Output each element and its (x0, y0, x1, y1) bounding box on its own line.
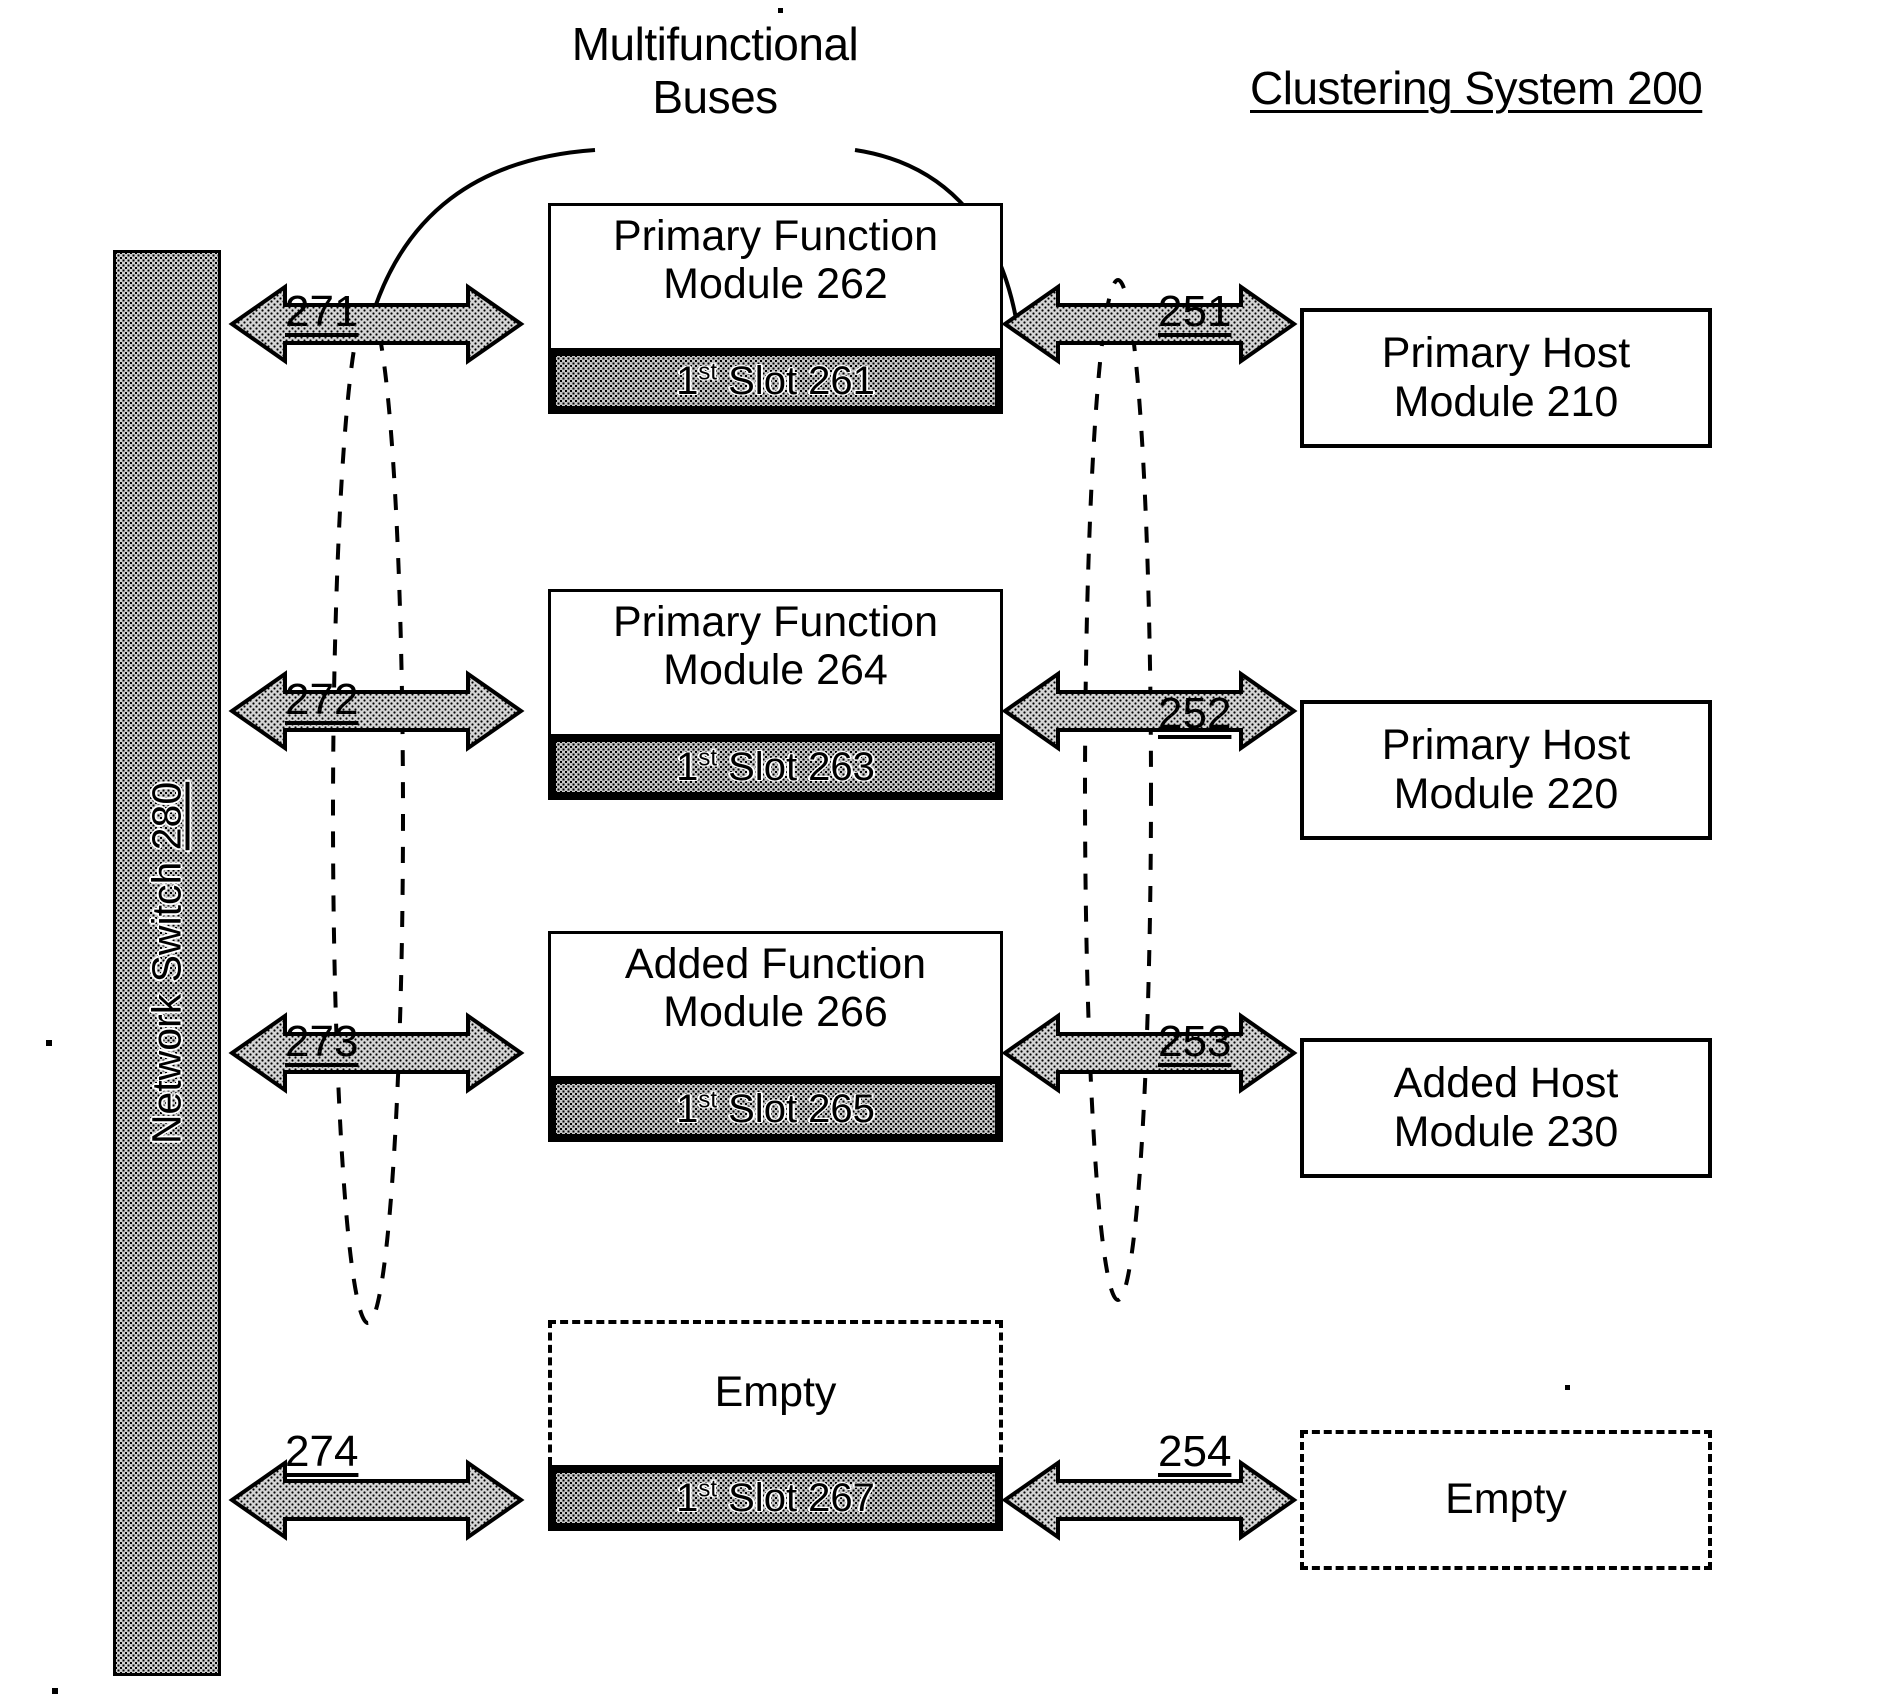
slot-267-label: 1st Slot 267 (556, 1475, 995, 1520)
slot-267-suffix: Slot 267 (717, 1476, 875, 1520)
bus-ref-274: 274 (285, 1427, 359, 1476)
multifunctional-buses-caption: Multifunctional Buses (571, 18, 859, 123)
slot-263[interactable]: 1st Slot 263 (548, 734, 1003, 800)
slot-265[interactable]: 1st Slot 265 (548, 1076, 1003, 1142)
network-switch-label: Network Switch 280 (144, 782, 191, 1144)
scan-speck-top (778, 8, 783, 13)
bus-arrow-254 (1001, 1459, 1298, 1541)
bus-ref-254: 254 (1158, 1427, 1232, 1476)
slot-263-prefix: 1 (676, 745, 699, 789)
bus-arrow-272 (228, 670, 525, 752)
right-bus-ellipse (1083, 278, 1153, 1302)
slot-263-suffix: Slot 263 (717, 745, 875, 789)
function-module-266-title: Added Function Module 266 (548, 931, 1003, 1076)
bus-ref-252: 252 (1158, 689, 1232, 738)
slot-265-label: 1st Slot 265 (556, 1086, 995, 1131)
function-module-262-title: Primary Function Module 262 (548, 203, 1003, 348)
figure-canvas: Multifunctional Buses Clustering System … (0, 0, 1883, 1701)
bus-arrow-274 (228, 1459, 525, 1541)
bus-arrow-251 (1001, 283, 1298, 365)
slot-267-prefix: 1 (676, 1476, 699, 1520)
slot-261-sup: st (698, 358, 718, 386)
slot-261-prefix: 1 (676, 359, 699, 403)
function-module-empty[interactable]: Empty 1st Slot 267 (548, 1320, 1003, 1531)
bus-arrow-273 (228, 1012, 525, 1094)
bus-ref-271: 271 (285, 287, 359, 336)
function-module-262[interactable]: Primary Function Module 262 1st Slot 261 (548, 203, 1003, 414)
slot-265-sup: st (698, 1086, 718, 1114)
slot-261-suffix: Slot 261 (717, 359, 875, 403)
function-module-266[interactable]: Added Function Module 266 1st Slot 265 (548, 931, 1003, 1142)
bus-ref-273: 273 (285, 1017, 359, 1066)
bus-arrow-271 (228, 283, 525, 365)
function-module-264[interactable]: Primary Function Module 264 1st Slot 263 (548, 589, 1003, 800)
network-switch-ref: 280 (143, 781, 190, 851)
host-module-220[interactable]: Primary Host Module 220 (1300, 700, 1712, 840)
bus-arrow-252 (1001, 670, 1298, 752)
network-switch-bar[interactable]: Network Switch 280 (113, 250, 221, 1676)
scan-speck-left (46, 1040, 52, 1046)
network-switch-name: Network Switch (143, 850, 190, 1145)
bus-group-ellipses (331, 278, 1153, 1325)
slot-261-label: 1st Slot 261 (556, 358, 995, 403)
bus-ref-253: 253 (1158, 1017, 1232, 1066)
scan-speck-bottom (52, 1688, 58, 1694)
function-module-264-title: Primary Function Module 264 (548, 589, 1003, 734)
slot-267[interactable]: 1st Slot 267 (548, 1465, 1003, 1531)
slot-265-prefix: 1 (676, 1087, 699, 1131)
slot-265-suffix: Slot 265 (717, 1087, 875, 1131)
host-module-empty[interactable]: Empty (1300, 1430, 1712, 1570)
bus-ref-251: 251 (1158, 287, 1232, 336)
bus-ref-272: 272 (285, 675, 359, 724)
scan-speck-right (1565, 1385, 1570, 1390)
host-module-210[interactable]: Primary Host Module 210 (1300, 308, 1712, 448)
figure-title: Clustering System 200 (1250, 62, 1703, 114)
slot-263-label: 1st Slot 263 (556, 744, 995, 789)
host-module-230[interactable]: Added Host Module 230 (1300, 1038, 1712, 1178)
slot-267-sup: st (698, 1475, 718, 1503)
slot-261[interactable]: 1st Slot 261 (548, 348, 1003, 414)
slot-263-sup: st (698, 744, 718, 772)
left-bus-ellipse (331, 305, 405, 1325)
function-module-empty-title: Empty (548, 1320, 1003, 1465)
bus-arrow-253 (1001, 1012, 1298, 1094)
